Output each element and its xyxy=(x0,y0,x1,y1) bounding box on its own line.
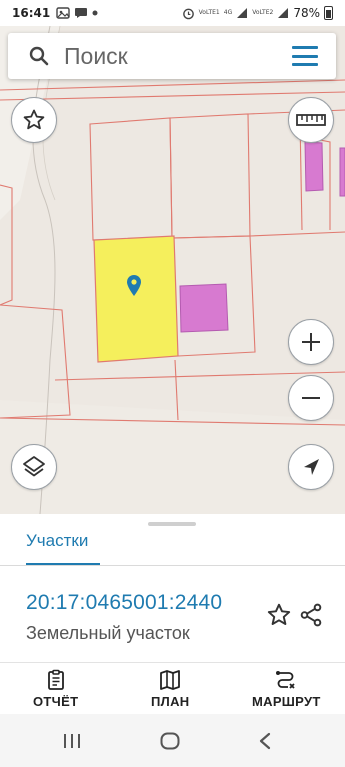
notification-dot-icon xyxy=(92,10,98,16)
layers-icon xyxy=(23,456,45,477)
ruler-button[interactable] xyxy=(288,97,334,143)
parcel-sheet: Участки 20:17:0465001:2440 Земельный уча… xyxy=(0,514,345,662)
report-label: ОТЧЁТ xyxy=(33,694,79,709)
network-label-2: VoLTE2 xyxy=(252,9,274,16)
route-icon xyxy=(276,671,295,689)
minus-icon xyxy=(302,397,320,399)
zoom-out-button[interactable] xyxy=(288,375,334,421)
action-bar: ОТЧЁТ ПЛАН МАРШРУТ xyxy=(0,662,345,714)
report-button[interactable]: ОТЧЁТ xyxy=(33,669,78,709)
network-speed-label: 4G xyxy=(223,9,233,16)
battery-percent: 78% xyxy=(293,6,320,20)
route-label: МАРШРУТ xyxy=(252,694,321,709)
share-button[interactable] xyxy=(298,602,324,628)
share-icon xyxy=(300,603,322,627)
layers-button[interactable] xyxy=(11,444,57,490)
navigation-arrow-icon xyxy=(304,459,319,475)
alarm-icon xyxy=(182,8,194,19)
route-button[interactable]: МАРШРУТ xyxy=(252,669,321,709)
tab-parcels[interactable]: Участки xyxy=(26,531,88,551)
status-time: 16:41 xyxy=(12,6,51,20)
plan-button[interactable]: ПЛАН xyxy=(151,669,189,709)
favorites-map-button[interactable] xyxy=(11,97,57,143)
zoom-in-button[interactable] xyxy=(288,319,334,365)
plus-icon xyxy=(302,333,320,351)
plan-label: ПЛАН xyxy=(151,694,190,709)
add-favorite-button[interactable] xyxy=(266,602,292,628)
ruler-icon xyxy=(296,114,326,126)
star-icon xyxy=(267,603,291,625)
search-icon[interactable] xyxy=(28,45,50,67)
back-icon[interactable] xyxy=(258,732,272,750)
star-icon xyxy=(23,109,45,130)
search-input[interactable] xyxy=(64,42,264,70)
status-bar: 16:41 VoLTE1 4G VoLTE2 78% xyxy=(0,0,345,26)
clipboard-icon xyxy=(47,669,64,690)
recent-apps-icon[interactable] xyxy=(62,733,82,749)
menu-icon[interactable] xyxy=(292,46,318,66)
map-icon xyxy=(160,670,181,690)
signal-2-icon xyxy=(278,8,289,18)
parcel-number[interactable]: 20:17:0465001:2440 xyxy=(26,591,222,615)
sheet-drag-handle[interactable] xyxy=(148,522,196,526)
signal-1-icon xyxy=(237,8,248,18)
system-nav-bar xyxy=(0,714,345,767)
battery-icon xyxy=(324,6,333,20)
sheet-divider xyxy=(0,565,345,566)
map-view[interactable] xyxy=(0,26,345,514)
parcel-type: Земельный участок xyxy=(26,623,190,643)
home-icon[interactable] xyxy=(160,732,180,750)
cadastral-map[interactable] xyxy=(0,26,345,514)
gallery-icon xyxy=(56,7,70,19)
network-label-1: VoLTE1 xyxy=(198,9,220,16)
search-bar xyxy=(8,33,336,79)
chat-icon xyxy=(75,8,88,18)
my-location-button[interactable] xyxy=(288,444,334,490)
